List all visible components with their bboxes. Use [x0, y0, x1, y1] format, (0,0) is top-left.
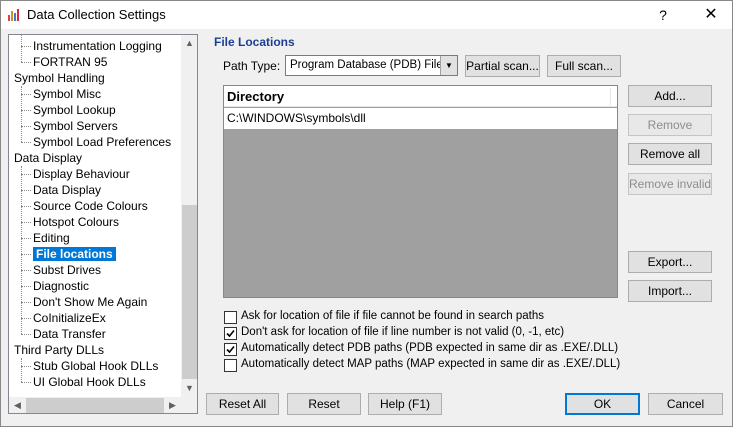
tree-item-label: Symbol Lookup — [33, 103, 116, 117]
tree-item[interactable]: Subst Drives — [20, 262, 102, 278]
scroll-down-arrow-icon[interactable]: ▼ — [181, 380, 197, 397]
tree-item[interactable]: Display Behaviour — [21, 166, 130, 182]
tree-item-label: File locations — [33, 247, 116, 261]
tree-item[interactable]: UI Global Hook DLLs — [21, 374, 146, 390]
cancel-button[interactable]: Cancel — [648, 393, 723, 415]
scroll-right-arrow-icon[interactable]: ▶ — [164, 397, 181, 413]
remove-all-button[interactable]: Remove all — [628, 143, 712, 165]
tree-items: Instrumentation Logging FORTRAN 95 Symbol … — [9, 35, 181, 397]
tree-item-label: Third Party DLLs — [14, 343, 105, 357]
chevron-down-icon[interactable]: ▼ — [440, 56, 457, 75]
directory-list[interactable]: Directory C:\WINDOWS\symbols\dll — [223, 85, 618, 298]
tree-vertical-scrollbar[interactable]: ▲ ▼ — [181, 35, 197, 397]
directory-header-label: Directory — [227, 89, 285, 104]
path-type-value: Program Database (PDB) Files — [290, 59, 449, 71]
tree-item-label: Symbol Misc — [33, 87, 102, 101]
tree-item[interactable]: Source Code Colours — [21, 198, 148, 214]
option-checkbox-label[interactable]: Don't ask for location of file if line n… — [241, 326, 564, 338]
path-type-select[interactable]: Program Database (PDB) Files ▼ — [285, 55, 458, 76]
tree-item-label: Symbol Servers — [33, 119, 118, 133]
tree-item-label: Diagnostic — [33, 279, 90, 293]
tree-item-label: Symbol Load Preferences — [33, 135, 172, 149]
tree-item[interactable]: Data Transfer — [21, 326, 106, 342]
tree-item-label: Instrumentation Logging — [33, 39, 162, 53]
tree-guide-line — [21, 358, 22, 382]
add-button[interactable]: Add... — [628, 85, 712, 107]
ok-button[interactable]: OK — [565, 393, 640, 415]
tree-item[interactable]: Editing — [21, 230, 70, 246]
tree-item[interactable]: FORTRAN 95 — [20, 54, 108, 70]
directory-column-header[interactable]: Directory — [224, 86, 617, 107]
option-checkbox[interactable] — [224, 343, 237, 356]
tree-item-label: Display Behaviour — [33, 167, 130, 181]
tree-guide-line — [21, 86, 22, 142]
tree-item-label: Don't Show Me Again — [33, 295, 148, 309]
settings-tree: Instrumentation Logging FORTRAN 95 Symbol … — [8, 34, 198, 414]
reset-button[interactable]: Reset — [287, 393, 361, 415]
option-checkbox-label[interactable]: Automatically detect MAP paths (MAP expe… — [241, 358, 620, 370]
scrollbar-corner — [181, 397, 197, 413]
tree-guide-line — [21, 35, 22, 62]
tree-item[interactable]: Stub Global Hook DLLs — [20, 358, 159, 374]
tree-item[interactable]: Data Display — [20, 182, 102, 198]
tree-item-label: Editing — [33, 231, 70, 245]
tree-item-label: Subst Drives — [33, 263, 102, 277]
help-button[interactable]: Help (F1) — [368, 393, 442, 415]
tree-vertical-scroll-thumb[interactable] — [182, 205, 197, 379]
tree-item[interactable]: Diagnostic — [20, 278, 90, 294]
dialog-window: Data Collection Settings ? ✕ Instrumenta… — [0, 0, 733, 427]
option-checkbox[interactable] — [224, 359, 237, 372]
option-checkbox-label[interactable]: Ask for location of file if file cannot … — [241, 310, 544, 322]
tree-item[interactable]: Don't Show Me Again — [20, 294, 148, 310]
close-title-button[interactable]: ✕ — [689, 1, 733, 29]
tree-item-label: UI Global Hook DLLs — [33, 375, 146, 389]
tree-item-label: Source Code Colours — [33, 199, 148, 213]
tree-item-label: Data Transfer — [33, 327, 106, 341]
list-item[interactable]: C:\WINDOWS\symbols\dll — [224, 108, 617, 129]
tree-horizontal-scroll-thumb[interactable] — [26, 398, 164, 413]
tree-item[interactable]: Hotspot Colours — [20, 214, 120, 230]
tree-item[interactable]: File locations — [21, 246, 116, 262]
tree-group[interactable]: Third Party DLLs — [14, 342, 104, 358]
remove-button[interactable]: Remove — [628, 114, 712, 136]
checkmark-icon — [226, 329, 235, 338]
tree-item[interactable]: Symbol Servers — [21, 118, 118, 134]
full-scan-button[interactable]: Full scan... — [547, 55, 621, 77]
title-bar: Data Collection Settings ? ✕ — [1, 1, 732, 29]
scroll-left-arrow-icon[interactable]: ◀ — [9, 397, 26, 413]
app-chart-icon — [8, 9, 19, 21]
tree-item-label: Stub Global Hook DLLs — [33, 359, 159, 373]
option-checkbox[interactable] — [224, 327, 237, 340]
option-checkbox-label[interactable]: Automatically detect PDB paths (PDB expe… — [241, 342, 618, 354]
export-button[interactable]: Export... — [628, 251, 712, 273]
tree-item[interactable]: Symbol Misc — [20, 86, 102, 102]
tree-guide-line — [21, 166, 22, 334]
option-checkbox[interactable] — [224, 311, 237, 324]
tree-item-label: Symbol Handling — [14, 71, 105, 85]
section-title: File Locations — [214, 35, 295, 49]
tree-item[interactable]: CoInitializeEx — [21, 310, 106, 326]
remove-invalid-button[interactable]: Remove invalid — [628, 173, 712, 195]
checkmark-icon — [226, 345, 235, 354]
tree-group[interactable]: Symbol Handling — [14, 70, 105, 86]
window-title: Data Collection Settings — [27, 7, 166, 22]
path-type-label: Path Type: — [223, 59, 281, 73]
help-title-button[interactable]: ? — [641, 1, 685, 29]
partial-scan-button[interactable]: Partial scan... — [465, 55, 540, 77]
tree-item-label: Hotspot Colours — [33, 215, 120, 229]
scroll-up-arrow-icon[interactable]: ▲ — [181, 35, 197, 52]
reset-all-button[interactable]: Reset All — [206, 393, 279, 415]
tree-horizontal-scrollbar[interactable]: ◀ ▶ — [9, 397, 181, 413]
import-button[interactable]: Import... — [628, 280, 712, 302]
header-divider — [610, 88, 611, 105]
tree-item[interactable]: Symbol Load Preferences — [20, 134, 172, 150]
tree-item-label: Data Display — [14, 151, 83, 165]
tree-item[interactable]: Symbol Lookup — [21, 102, 116, 118]
tree-group[interactable]: Data Display — [14, 150, 82, 166]
tree-item-label: CoInitializeEx — [33, 311, 106, 325]
tree-item-label: FORTRAN 95 — [33, 55, 108, 69]
list-item-path: C:\WINDOWS\symbols\dll — [227, 111, 366, 125]
tree-item-label: Data Display — [33, 183, 102, 197]
tree-item[interactable]: Instrumentation Logging — [21, 38, 162, 54]
